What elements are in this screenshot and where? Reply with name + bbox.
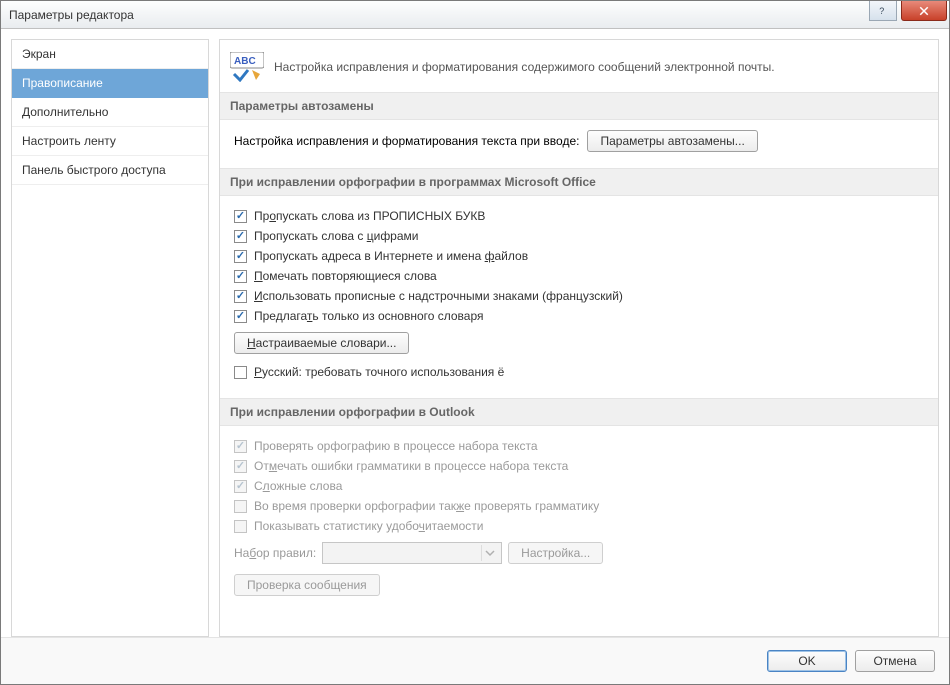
section-office-spell-title: При исправлении орфографии в программах … [220,168,938,196]
main-panel: ABC Настройка исправления и форматирован… [219,39,939,637]
sidebar-item-quick-access[interactable]: Панель быстрого доступа [12,156,208,185]
close-icon [918,5,930,17]
section-outlook-spell-body: Проверять орфографию в процессе набора т… [220,426,938,612]
editor-options-window: Параметры редактора ? Экран Правописание… [0,0,950,685]
chk-outlook-compound: Сложные слова [234,476,924,496]
cancel-button[interactable]: Отмена [855,650,935,672]
sidebar-item-customize-ribbon[interactable]: Настроить ленту [12,127,208,156]
chk-russian-yo[interactable]: Русский: требовать точного использования… [234,362,924,382]
section-office-spell-body: Пропускать слова из ПРОПИСНЫХ БУКВ Пропу… [220,196,938,398]
chk-outlook-spellcheck-typing: Проверять орфографию в процессе набора т… [234,436,924,456]
window-title: Параметры редактора [9,8,134,22]
chk-ignore-uppercase[interactable]: Пропускать слова из ПРОПИСНЫХ БУКВ [234,206,924,226]
checkbox-icon [234,250,247,263]
chk-french-accents[interactable]: Использовать прописные с надстрочными зн… [234,286,924,306]
checkbox-icon [234,500,247,513]
rules-label: Набор правил: [234,546,316,560]
chk-main-dict-only[interactable]: Предлагать только из основного словаря [234,306,924,326]
close-button[interactable] [901,1,947,21]
section-outlook-spell-title: При исправлении орфографии в Outlook [220,398,938,426]
chk-ignore-urls[interactable]: Пропускать адреса в Интернете и имена фа… [234,246,924,266]
chk-outlook-grammar-typing: Отмечать ошибки грамматики в процессе на… [234,456,924,476]
panel-header-text: Настройка исправления и форматирования с… [274,60,775,74]
chevron-down-icon [481,545,497,561]
check-message-button: Проверка сообщения [234,574,380,596]
help-icon: ? [877,5,889,17]
content-area: Экран Правописание Дополнительно Настрои… [1,29,949,637]
section-autocorrect-title: Параметры автозамены [220,92,938,120]
dialog-footer: OK Отмена [1,637,949,684]
checkbox-icon [234,210,247,223]
svg-text:ABC: ABC [234,56,256,67]
rules-combo [322,542,502,564]
checkbox-icon [234,460,247,473]
chk-outlook-readability: Показывать статистику удобочитаемости [234,516,924,536]
chk-outlook-grammar-with-spell: Во время проверки орфографии также прове… [234,496,924,516]
checkbox-icon [234,270,247,283]
sidebar-item-label: Дополнительно [22,105,108,119]
rules-row: Набор правил: Настройка... [234,542,924,564]
sidebar-item-screen[interactable]: Экран [12,40,208,69]
checkbox-icon [234,290,247,303]
autocorrect-options-button[interactable]: Параметры автозамены... [587,130,757,152]
chk-flag-repeated[interactable]: Помечать повторяющиеся слова [234,266,924,286]
checkbox-icon [234,366,247,379]
chk-ignore-numbers[interactable]: Пропускать слова с цифрами [234,226,924,246]
spellcheck-icon: ABC [230,52,264,82]
panel-header: ABC Настройка исправления и форматирован… [220,40,938,92]
custom-dictionaries-button[interactable]: Настраиваемые словари... [234,332,409,354]
section-autocorrect-body: Настройка исправления и форматирования т… [220,120,938,168]
titlebar-buttons: ? [869,1,949,28]
sidebar-item-label: Настроить ленту [22,134,116,148]
help-button[interactable]: ? [869,1,897,21]
checkbox-icon [234,480,247,493]
sidebar-item-spelling[interactable]: Правописание [12,69,208,98]
sidebar: Экран Правописание Дополнительно Настрои… [11,39,209,637]
titlebar: Параметры редактора ? [1,1,949,29]
sidebar-item-label: Правописание [22,76,103,90]
autocorrect-caption: Настройка исправления и форматирования т… [234,134,579,148]
checkbox-icon [234,230,247,243]
checkbox-icon [234,440,247,453]
svg-text:?: ? [879,6,884,16]
sidebar-item-label: Экран [22,47,56,61]
ok-button[interactable]: OK [767,650,847,672]
checkbox-icon [234,520,247,533]
sidebar-item-advanced[interactable]: Дополнительно [12,98,208,127]
sidebar-item-label: Панель быстрого доступа [22,163,166,177]
checkbox-icon [234,310,247,323]
rules-settings-button: Настройка... [508,542,603,564]
